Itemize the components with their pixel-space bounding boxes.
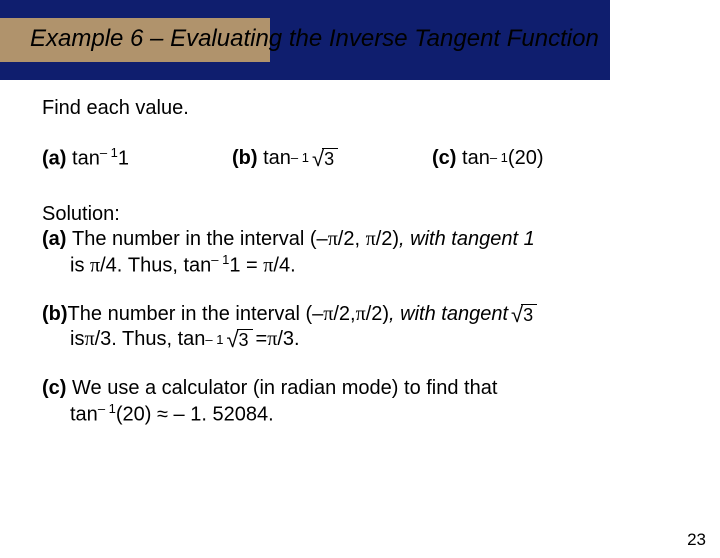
solution-b: (b) The number in the interval (–π/2, π/… <box>42 302 678 352</box>
sol-b-line1: (b) The number in the interval (–π/2, π/… <box>42 302 678 327</box>
title-bar: Example 6 – Evaluating the Inverse Tange… <box>0 18 720 62</box>
problem-row: (a) tan– 11 (b) tan– 1 √3 (c) tan– 1(20) <box>42 145 678 172</box>
sqrt-3-icon: √3 <box>312 148 338 169</box>
problem-b: (b) tan– 1 √3 <box>232 145 432 172</box>
sol-c-line1: (c) We use a calculator (in radian mode)… <box>42 376 678 401</box>
solution-a: Solution: (a) The number in the interval… <box>42 202 678 279</box>
label-a: (a) <box>42 148 66 170</box>
content-area: Find each value. (a) tan– 11 (b) tan– 1 … <box>0 62 720 428</box>
page-number: 23 <box>687 530 706 550</box>
label-c: (c) <box>432 146 456 171</box>
sol-c-line2: tan– 1(20) ≈ – 1. 52084. <box>42 401 678 428</box>
exp-c: – 1 <box>490 150 508 166</box>
exp-b: – 1 <box>291 150 309 166</box>
solution-heading: Solution: <box>42 202 678 227</box>
func-c: tan <box>462 146 490 171</box>
problem-a: (a) tan– 11 <box>42 145 232 172</box>
sol-a-line2: is π/4. Thus, tan– 11 = π/4. <box>42 252 678 279</box>
sol-b-line2: is π/3. Thus, tan– 1 √3 = π/3. <box>42 327 678 352</box>
slide-title: Example 6 – Evaluating the Inverse Tange… <box>30 25 599 53</box>
exp-a: – 1 <box>100 145 118 160</box>
arg-a: 1 <box>118 148 129 170</box>
sol-a-line1: (a) The number in the interval (–π/2, π/… <box>42 227 678 252</box>
func-b: tan <box>263 146 291 171</box>
solution-c: (c) We use a calculator (in radian mode)… <box>42 376 678 428</box>
arg-c: (20) <box>508 146 544 171</box>
sqrt-3-icon: √3 <box>511 304 537 325</box>
sqrt-3-icon: √3 <box>226 329 252 350</box>
prompt-text: Find each value. <box>42 96 678 121</box>
func-a: tan <box>72 148 100 170</box>
problem-c: (c) tan– 1(20) <box>432 145 543 172</box>
label-b: (b) <box>232 146 258 171</box>
